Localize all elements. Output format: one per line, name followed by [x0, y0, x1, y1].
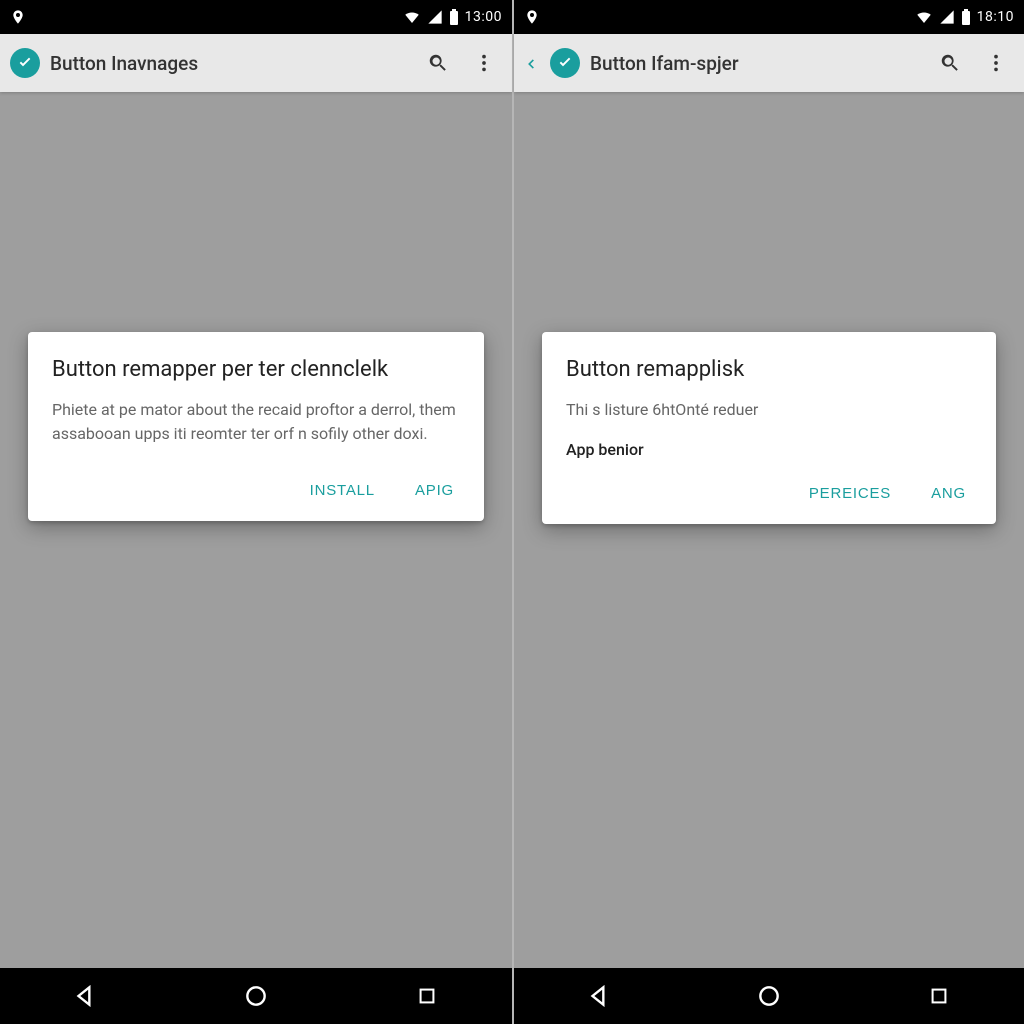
- dialog-subheading: App benior: [566, 440, 972, 459]
- wifi-icon: [403, 8, 421, 26]
- app-bar: Button Inavnages: [0, 34, 512, 92]
- dialog-secondary-button[interactable]: ANG: [925, 475, 972, 512]
- app-bar: Button Ifam-spjer: [514, 34, 1024, 92]
- info-dialog: Button remapplisk Thi s listure 6htOnté …: [542, 332, 996, 524]
- dialog-body: Thi s listure 6htOnté reduer: [566, 398, 972, 422]
- screen-right: 18:10 Button Ifam-spjer Button remapplis…: [512, 0, 1024, 1024]
- status-time: 18:10: [977, 9, 1014, 25]
- navigation-bar: [514, 968, 1024, 1024]
- navigation-bar: [0, 968, 512, 1024]
- appbar-title: Button Inavnages: [50, 52, 198, 75]
- overflow-menu-icon[interactable]: [466, 45, 502, 81]
- overflow-menu-icon[interactable]: [978, 45, 1014, 81]
- location-icon: [10, 9, 26, 25]
- search-icon[interactable]: [420, 45, 456, 81]
- content-area: Button remapper per ter clennclelk Phiet…: [0, 92, 512, 968]
- appbar-title: Button Ifam-spjer: [590, 52, 739, 75]
- app-icon[interactable]: [550, 48, 580, 78]
- nav-back-button[interactable]: [559, 976, 639, 1016]
- dialog-secondary-button[interactable]: APIG: [409, 472, 460, 509]
- dialog-body: Phiete at pe mator about the recaid prof…: [52, 398, 460, 446]
- app-icon[interactable]: [10, 48, 40, 78]
- wifi-icon: [915, 8, 933, 26]
- nav-home-button[interactable]: [729, 976, 809, 1016]
- install-dialog: Button remapper per ter clennclelk Phiet…: [28, 332, 484, 521]
- dialog-title: Button remapper per ter clennclelk: [52, 356, 460, 384]
- dialog-actions: INSTALL APIG: [52, 464, 460, 509]
- location-icon: [524, 9, 540, 25]
- nav-recent-button[interactable]: [387, 976, 467, 1016]
- status-bar: 18:10: [514, 0, 1024, 34]
- dialog-primary-button[interactable]: PEREICES: [803, 475, 897, 512]
- content-area: Button remapplisk Thi s listure 6htOnté …: [514, 92, 1024, 968]
- nav-home-button[interactable]: [216, 976, 296, 1016]
- status-bar: 13:00: [0, 0, 512, 34]
- install-button[interactable]: INSTALL: [304, 472, 381, 509]
- nav-recent-button[interactable]: [899, 976, 979, 1016]
- signal-icon: [939, 9, 955, 25]
- battery-icon: [961, 9, 971, 25]
- screen-left: 13:00 Button Inavnages Button remapper p…: [0, 0, 512, 1024]
- battery-icon: [449, 9, 459, 25]
- signal-icon: [427, 9, 443, 25]
- search-icon[interactable]: [932, 45, 968, 81]
- nav-back-button[interactable]: [45, 976, 125, 1016]
- status-time: 13:00: [465, 9, 502, 25]
- dialog-title: Button remapplisk: [566, 356, 972, 384]
- dialog-actions: PEREICES ANG: [566, 467, 972, 512]
- back-icon[interactable]: [524, 56, 538, 70]
